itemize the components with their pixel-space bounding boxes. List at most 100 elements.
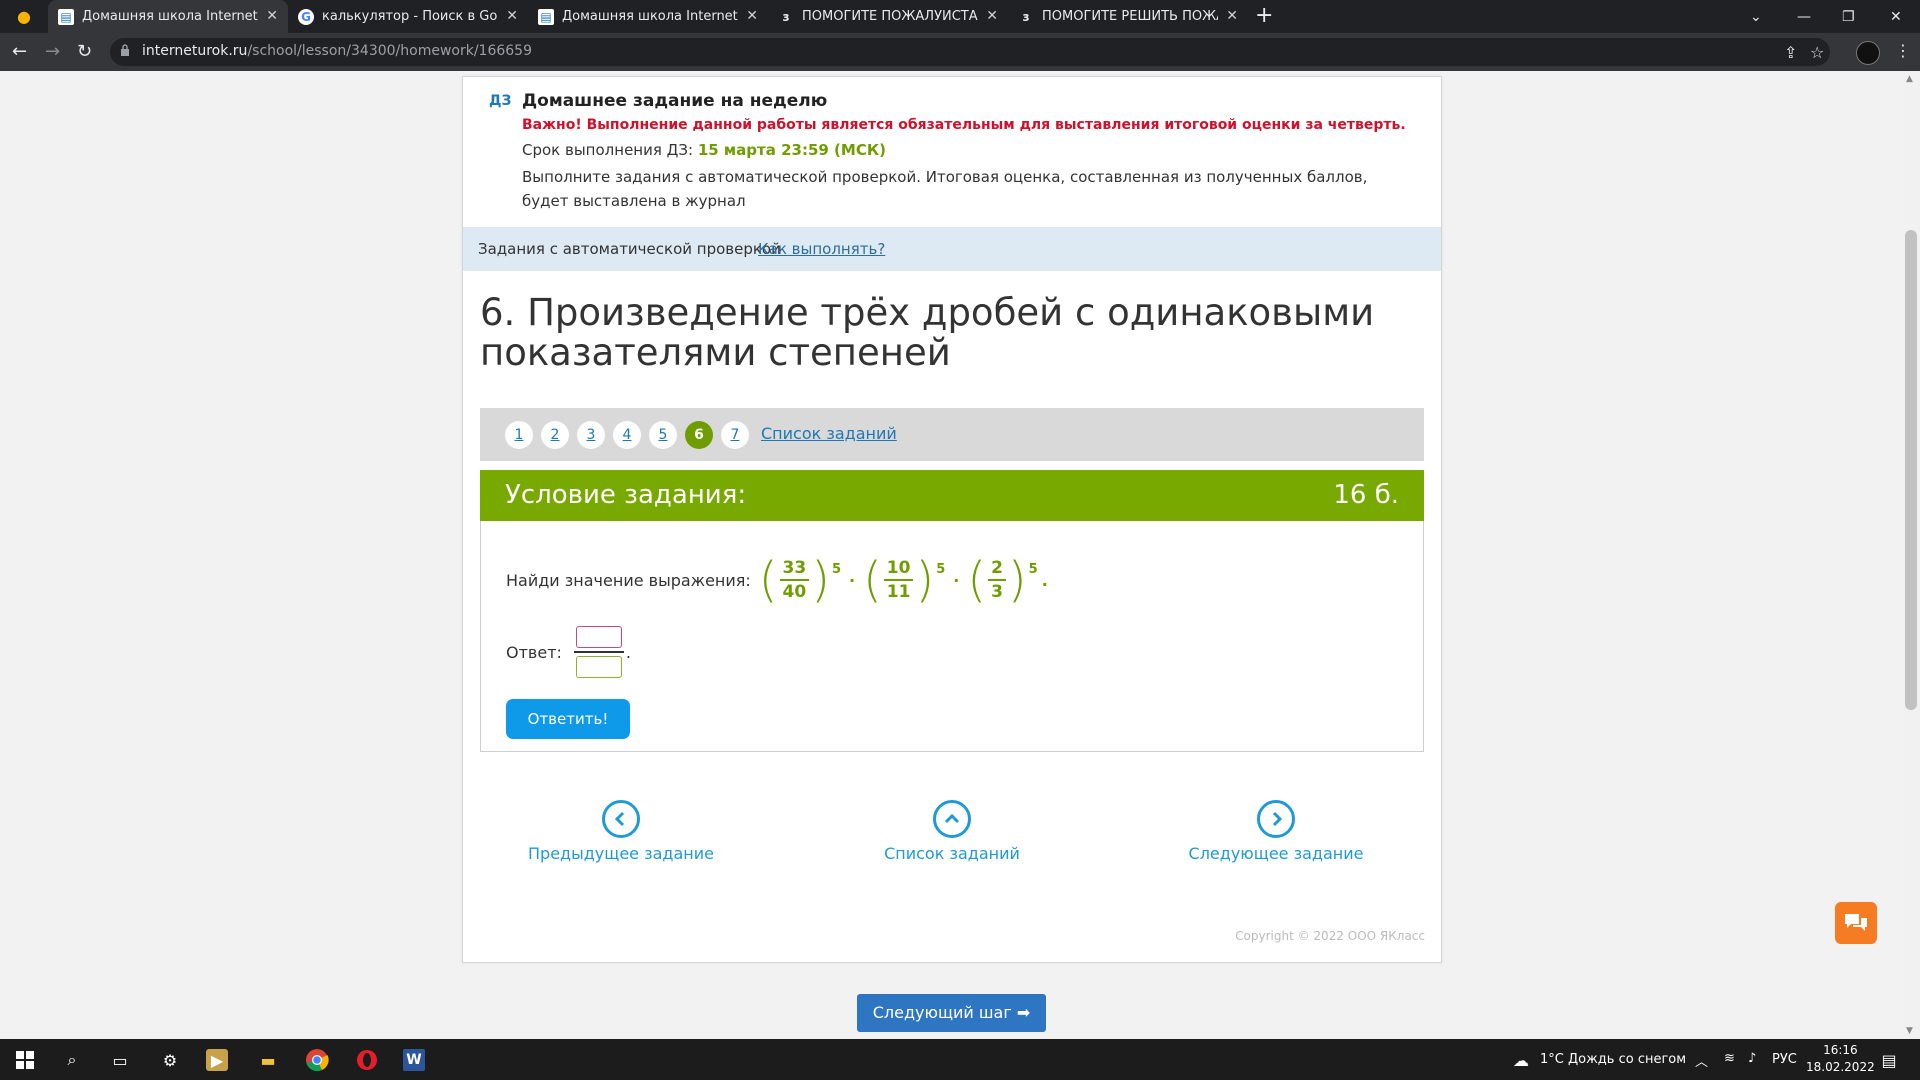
close-tab-icon[interactable]: ✕ [746, 8, 758, 24]
fraction-line [573, 651, 624, 653]
media-player-icon[interactable]: ▶ [206, 1049, 228, 1071]
next-task-link[interactable]: Следующее задание [1146, 800, 1406, 863]
new-tab-icon[interactable]: + [1255, 5, 1273, 27]
avatar[interactable] [1856, 41, 1880, 65]
period: . [1041, 570, 1048, 590]
share-icon[interactable]: ⇪ [1784, 43, 1797, 62]
numerator-input[interactable] [575, 626, 622, 648]
tab-title: ПОМОГИТЕ РЕШИТЬ ПОЖАЛУЙ [1042, 9, 1218, 24]
condition-box: Найди значение выражения: ( 33 40 ) 5 · (… [480, 521, 1424, 752]
close-tab-icon[interactable]: ✕ [1226, 8, 1238, 24]
page-6-current[interactable]: 6 [685, 421, 713, 449]
page-4-link[interactable]: 4 [613, 421, 641, 449]
next-step-button[interactable]: Следующий шаг ➡ [857, 994, 1046, 1032]
multiply-dot: · [953, 570, 960, 590]
forward-arrow-icon[interactable]: → [45, 41, 60, 62]
scroll-up-icon[interactable]: ▲ [1906, 74, 1913, 84]
task-list-link[interactable]: Список заданий [761, 424, 897, 443]
menu-kebab-icon[interactable]: ⋮ [1895, 41, 1911, 60]
language-indicator[interactable]: РУС [1772, 1052, 1797, 1067]
tab-search-icon[interactable]: ⌄ [1750, 0, 1762, 33]
chrome-profile-icon[interactable]: ● [0, 0, 44, 33]
tray-chevron-icon[interactable]: ︿ [1695, 1051, 1708, 1070]
page-viewport: ДЗ Домашнее задание на неделю Важно! Вып… [0, 71, 1903, 1039]
page-3-link[interactable]: 3 [577, 421, 605, 449]
task-pager: 1 2 3 4 5 6 7 Список заданий [480, 408, 1424, 461]
word-icon[interactable]: W [403, 1049, 425, 1071]
chat-icon[interactable] [1835, 902, 1877, 944]
scroll-thumb[interactable] [1905, 230, 1917, 710]
task-list-nav-link[interactable]: Список заданий [822, 800, 1082, 863]
internet-urok-favicon: ▤ [538, 8, 554, 25]
condition-label: Условие задания: [505, 480, 747, 510]
tab-2[interactable]: G калькулятор - Поиск в Google ✕ [288, 0, 528, 33]
homework-description: Выполните задания с автоматической прове… [522, 168, 1368, 210]
page-5-link[interactable]: 5 [649, 421, 677, 449]
url-path: /school/lesson/34300/homework/166659 [247, 43, 532, 59]
tab-3[interactable]: ▤ Домашняя школа InternetUrok.r ✕ [528, 0, 768, 33]
url-text: interneturok.ru/school/lesson/34300/home… [142, 43, 532, 59]
close-window-icon[interactable]: ✕ [1890, 0, 1902, 33]
chrome-icon[interactable] [304, 1047, 330, 1073]
windows-start-icon[interactable] [12, 1047, 38, 1073]
back-arrow-icon[interactable]: ← [12, 41, 27, 62]
date: 18.02.2022 [1806, 1060, 1875, 1074]
weather-text[interactable]: 1°C Дождь со снегом [1540, 1052, 1686, 1067]
clock[interactable]: 16:16 18.02.2022 [1806, 1042, 1875, 1076]
exponent: 5 [1028, 562, 1038, 577]
condition-header: Условие задания: 16 б. [480, 470, 1424, 521]
wifi-icon[interactable]: ≋ [1724, 1051, 1735, 1066]
tab-title: Домашняя школа InternetUrok.r [562, 9, 738, 24]
expression: Найди значение выражения: ( 33 40 ) 5 · (… [506, 545, 1048, 615]
tab-1[interactable]: ▤ Домашняя школа InternetUrok.r ✕ [48, 0, 288, 33]
denominator-input[interactable] [575, 656, 622, 678]
reload-icon[interactable]: ↻ [77, 41, 92, 62]
search-icon[interactable]: ⌕ [59, 1047, 85, 1073]
autocheck-bar: Задания с автоматической проверкой Как в… [463, 227, 1441, 271]
opera-icon[interactable] [354, 1047, 380, 1073]
scroll-down-icon[interactable]: ▼ [1906, 1026, 1913, 1036]
prev-task-label: Предыдущее задание [528, 844, 714, 863]
url-bar[interactable]: interneturok.ru/school/lesson/34300/home… [110, 38, 1830, 66]
prev-task-link[interactable]: Предыдущее задание [491, 800, 751, 863]
deadline-label: Срок выполнения ДЗ: [522, 141, 694, 159]
minimize-icon[interactable]: — [1797, 0, 1811, 33]
next-task-label: Следующее задание [1188, 844, 1364, 863]
exponent: 5 [831, 562, 841, 577]
znanija-favicon: з [782, 9, 790, 24]
chevron-up-icon [933, 800, 971, 838]
browser-tab-strip: ● ▤ Домашняя школа InternetUrok.r ✕ G ка… [0, 0, 1920, 33]
notifications-icon[interactable]: ▤ [1876, 1047, 1902, 1073]
deadline: Срок выполнения ДЗ: 15 марта 23:59 (МСК) [522, 141, 886, 159]
page-2-link[interactable]: 2 [541, 421, 569, 449]
tab-title: ПОМОГИТЕ ПОЖАЛУЙСТА ДАЮ [802, 9, 978, 24]
fraction-term-3: ( 23 ) 5 [967, 552, 1038, 608]
numerator: 2 [988, 557, 1006, 581]
denominator: 11 [886, 582, 911, 602]
task-list-label: Список заданий [884, 844, 1020, 863]
address-toolbar: ← → ↻ interneturok.ru/school/lesson/3430… [0, 33, 1920, 71]
answer-fraction [573, 626, 624, 678]
file-explorer-icon[interactable]: ▬ [255, 1047, 281, 1073]
restore-icon[interactable]: ❐ [1842, 0, 1855, 33]
denominator: 40 [782, 582, 807, 602]
page-1-link[interactable]: 1 [505, 421, 533, 449]
multiply-dot: · [848, 570, 856, 590]
tab-title: Домашняя школа InternetUrok.r [82, 9, 258, 24]
how-to-link[interactable]: Как выполнять? [758, 240, 885, 258]
answer-row: Ответ: . [506, 617, 631, 687]
google-favicon: G [298, 8, 314, 25]
denominator: 3 [991, 582, 1003, 602]
close-tab-icon[interactable]: ✕ [506, 8, 518, 24]
tab-5[interactable]: з ПОМОГИТЕ РЕШИТЬ ПОЖАЛУЙ ✕ [1008, 0, 1248, 33]
tab-4[interactable]: з ПОМОГИТЕ ПОЖАЛУЙСТА ДАЮ ✕ [768, 0, 1008, 33]
submit-answer-button[interactable]: Ответить! [506, 699, 630, 739]
settings-gear-icon[interactable]: ⚙ [157, 1047, 183, 1073]
close-tab-icon[interactable]: ✕ [266, 8, 278, 24]
page-7-link[interactable]: 7 [721, 421, 749, 449]
bookmark-star-icon[interactable]: ☆ [1810, 43, 1824, 62]
arrow-right-icon: ➡ [1016, 1003, 1031, 1022]
close-tab-icon[interactable]: ✕ [986, 8, 998, 24]
volume-icon[interactable]: ♪ [1748, 1051, 1756, 1066]
task-view-icon[interactable]: ▭ [107, 1047, 133, 1073]
